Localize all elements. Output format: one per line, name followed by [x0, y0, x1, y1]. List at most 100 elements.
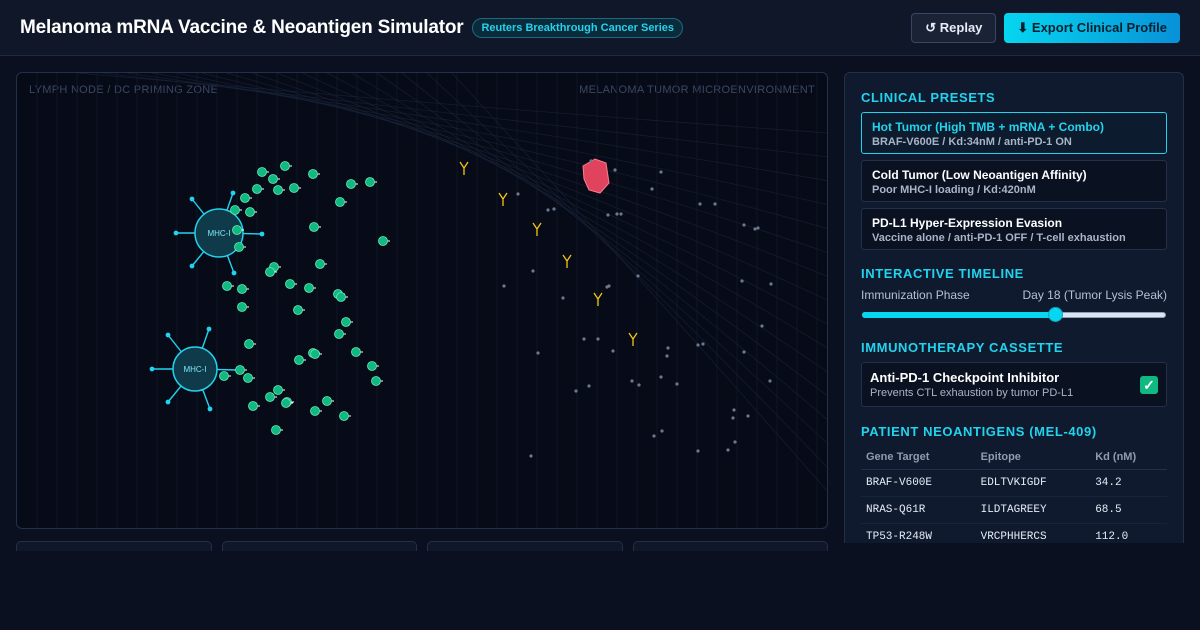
cytotoxic-t-cell [222, 281, 232, 291]
dendrite-tip [206, 326, 212, 332]
tumor-debris [546, 208, 550, 212]
stat-card [221, 541, 417, 551]
cytotoxic-t-cell [234, 242, 244, 252]
cytotoxic-t-cell [322, 396, 332, 406]
preset-name: PD-L1 Hyper-Expression Evasion [872, 216, 1063, 230]
column-header: Gene Target [861, 446, 976, 470]
stat-card [427, 541, 623, 551]
timeline-value: Day 18 (Tumor Lysis Peak) [1022, 288, 1168, 302]
immunotherapy-cassette-title: IMMUNOTHERAPY CASSETTE [861, 340, 1064, 355]
cytotoxic-t-cell [341, 317, 351, 327]
tumor-debris [650, 187, 654, 191]
column-header: Kd (nM) [1090, 446, 1167, 470]
cytotoxic-t-cell [339, 411, 349, 421]
tumor-debris [733, 440, 737, 444]
anti-pd1-cassette[interactable]: Anti-PD-1 Checkpoint Inhibitor Prevents … [861, 362, 1167, 407]
cytotoxic-t-cell [309, 222, 319, 232]
tumor-debris [587, 384, 591, 388]
page-title: Melanoma mRNA Vaccine & Neoantigen Simul… [20, 16, 464, 38]
tumor-debris [516, 192, 520, 196]
tumor-debris [615, 212, 619, 216]
cytotoxic-t-cell [281, 398, 291, 408]
table-row[interactable]: TP53-R248W VRCPHHERCS 112.0 [861, 523, 1167, 543]
kd-cell: 34.2 [1090, 469, 1167, 497]
cytotoxic-t-cell [237, 284, 247, 294]
tumor-debris [746, 414, 750, 418]
tumor-debris [760, 324, 764, 328]
epitope-cell: ILDTAGREEY [975, 496, 1091, 524]
tumor-debris [589, 159, 593, 163]
anti-pd1-antibody [459, 161, 469, 175]
tumor-debris [561, 296, 565, 300]
cytotoxic-t-cell [243, 373, 253, 383]
tumor-cell [582, 158, 610, 194]
chemokine-trail [151, 73, 827, 205]
tumor-debris [630, 379, 634, 383]
anti-pd1-checkbox[interactable]: ✓ [1140, 376, 1158, 394]
cytotoxic-t-cell [334, 329, 344, 339]
preset-name: Hot Tumor (High TMB + mRNA + Combo) [872, 120, 1104, 134]
cytotoxic-t-cell [293, 305, 303, 315]
cytotoxic-t-cell [336, 292, 346, 302]
tumor-debris [665, 354, 669, 358]
tumor-debris [696, 343, 700, 347]
mhc-label: MHC-I [207, 229, 230, 238]
interactive-timeline-title: INTERACTIVE TIMELINE [861, 266, 1024, 281]
immunization-phase-slider[interactable] [861, 306, 1167, 324]
export-clinical-profile-button[interactable]: ⬇ Export Clinical Profile [1004, 12, 1180, 43]
dendrite-tip [230, 190, 236, 196]
kd-cell: 68.5 [1090, 496, 1167, 524]
tumor-debris [582, 337, 586, 341]
anti-pd1-antibody [593, 292, 603, 306]
replay-button[interactable]: ↺ Replay [911, 12, 997, 43]
stat-card [16, 541, 212, 551]
cytotoxic-t-cell [265, 267, 275, 277]
cytotoxic-t-cell [378, 236, 388, 246]
dendrite-tip [207, 406, 213, 412]
tumor-debris [660, 429, 664, 433]
tumor-debris [701, 342, 705, 346]
cytotoxic-t-cell [310, 406, 320, 416]
tumor-debris [769, 282, 773, 286]
tumor-debris [756, 226, 760, 230]
stat-card [632, 541, 828, 551]
timeline-header: Immunization Phase Day 18 (Tumor Lysis P… [861, 288, 1167, 302]
series-badge: Reuters Breakthrough Cancer Series [472, 17, 684, 38]
cytotoxic-t-cell [294, 355, 304, 365]
tumor-debris [768, 379, 772, 383]
cytotoxic-t-cell [245, 207, 255, 217]
cassette-name: Anti-PD-1 Checkpoint Inhibitor [870, 370, 1060, 385]
slider-thumb[interactable] [1047, 307, 1063, 322]
cytotoxic-t-cell [351, 347, 361, 357]
cytotoxic-t-cell [365, 177, 375, 187]
cytotoxic-t-cell [265, 392, 275, 402]
dendrite-tip [189, 263, 195, 269]
preset-hot-tumor[interactable]: Hot Tumor (High TMB + mRNA + Combo) BRAF… [861, 112, 1167, 154]
table-row[interactable]: NRAS-Q61R ILDTAGREEY 68.5 [861, 496, 1167, 524]
preset-cold-tumor[interactable]: Cold Tumor (Low Neoantigen Affinity) Poo… [861, 160, 1167, 202]
dendrite-tip [189, 196, 195, 202]
cytotoxic-t-cell [367, 361, 377, 371]
neoantigen-table: Gene Target Epitope Kd (nM) BRAF-V600E E… [861, 446, 1167, 543]
cytotoxic-t-cell [280, 161, 290, 171]
tumor-debris [698, 202, 702, 206]
cytotoxic-t-cell [335, 197, 345, 207]
table-row[interactable]: BRAF-V600E EDLTVKIGDF 34.2 [861, 469, 1167, 497]
preset-desc: Poor MHC-I loading / Kd:420nM [872, 184, 1036, 196]
tumor-debris [742, 350, 746, 354]
tumor-debris [613, 168, 617, 172]
clinical-presets-title: CLINICAL PRESETS [861, 90, 996, 105]
cytotoxic-t-cell [237, 302, 247, 312]
cytotoxic-t-cell [248, 401, 258, 411]
simulation-canvas[interactable]: LYMPH NODE / DC PRIMING ZONE MELANOMA TU… [16, 72, 828, 529]
tumor-debris [652, 434, 656, 438]
cytotoxic-t-cell [268, 174, 278, 184]
tumor-debris [531, 269, 535, 273]
tumor-debris [659, 375, 663, 379]
chemokine-trail [426, 73, 827, 468]
dendrite-tip [231, 270, 237, 276]
preset-pdl1-evasion[interactable]: PD-L1 Hyper-Expression Evasion Vaccine a… [861, 208, 1167, 250]
cytotoxic-t-cell [230, 205, 240, 215]
tumor-debris [574, 389, 578, 393]
chemokine-trail [201, 73, 827, 253]
